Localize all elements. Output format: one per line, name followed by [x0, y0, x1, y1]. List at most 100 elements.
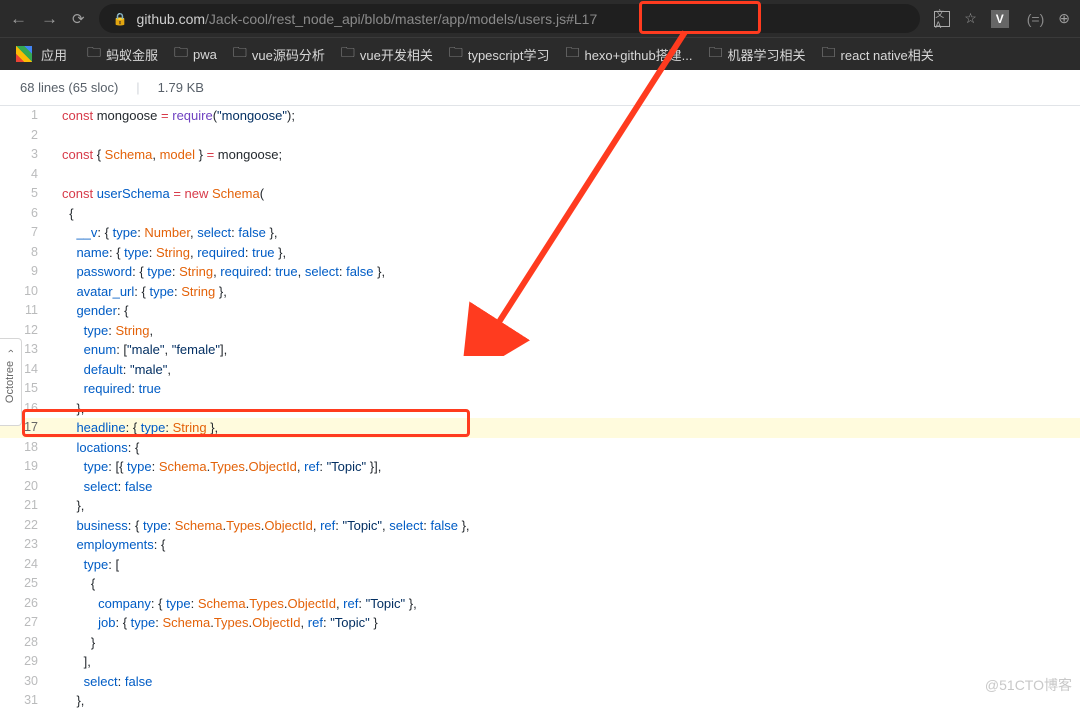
line-number[interactable]: 25	[0, 574, 52, 594]
file-lines: 68 lines (65 sloc)	[20, 80, 118, 95]
octotree-label: Octotree	[5, 361, 17, 403]
code-line: 19 type: [{ type: Schema.Types.ObjectId,…	[0, 457, 1080, 477]
line-content[interactable]: locations: {	[52, 438, 1080, 458]
line-number[interactable]: 5	[0, 184, 52, 204]
bookmark-folder[interactable]: 🗀机器学习相关	[701, 39, 814, 69]
folder-icon: 🗀	[87, 42, 101, 66]
code-line: 13 enum: ["male", "female"],	[0, 340, 1080, 360]
line-content[interactable]	[52, 126, 1080, 146]
line-number[interactable]: 9	[0, 262, 52, 282]
folder-icon: 🗀	[449, 42, 463, 66]
bookmark-folder[interactable]: 🗀react native相关	[814, 39, 942, 69]
line-content[interactable]: business: { type: Schema.Types.ObjectId,…	[52, 516, 1080, 536]
line-content[interactable]: ],	[52, 652, 1080, 672]
line-number[interactable]: 24	[0, 555, 52, 575]
bookmark-label: 蚂蚁金服	[106, 45, 158, 64]
line-number[interactable]: 2	[0, 126, 52, 146]
line-content[interactable]: required: true	[52, 379, 1080, 399]
line-content[interactable]: __v: { type: Number, select: false },	[52, 223, 1080, 243]
line-number[interactable]: 1	[0, 106, 52, 126]
back-button[interactable]: ←	[10, 9, 27, 29]
line-content[interactable]: },	[52, 399, 1080, 419]
bookmark-label: vue开发相关	[360, 45, 433, 64]
bookmark-folder[interactable]: 🗀vue开发相关	[333, 39, 441, 69]
star-icon[interactable]: ☆	[964, 10, 977, 27]
line-number[interactable]: 26	[0, 594, 52, 614]
line-content[interactable]: default: "male",	[52, 360, 1080, 380]
line-content[interactable]: }	[52, 633, 1080, 653]
line-number[interactable]: 30	[0, 672, 52, 692]
line-number[interactable]: 19	[0, 457, 52, 477]
line-number[interactable]: 3	[0, 145, 52, 165]
line-number[interactable]: 20	[0, 477, 52, 497]
profile-icon[interactable]: ⊕	[1058, 10, 1070, 27]
line-number[interactable]: 8	[0, 243, 52, 263]
line-content[interactable]: company: { type: Schema.Types.ObjectId, …	[52, 594, 1080, 614]
line-content[interactable]: const userSchema = new Schema(	[52, 184, 1080, 204]
line-number[interactable]: 22	[0, 516, 52, 536]
line-content[interactable]: const { Schema, model } = mongoose;	[52, 145, 1080, 165]
line-number[interactable]: 28	[0, 633, 52, 653]
code-line: 8 name: { type: String, required: true }…	[0, 243, 1080, 263]
line-content[interactable]	[52, 165, 1080, 185]
line-content[interactable]: password: { type: String, required: true…	[52, 262, 1080, 282]
extension-icon[interactable]: (=)	[1027, 11, 1045, 27]
code-line: 17 headline: { type: String },	[0, 418, 1080, 438]
folder-icon: 🗀	[822, 42, 836, 66]
line-content[interactable]: type: [	[52, 555, 1080, 575]
bookmark-folder[interactable]: 🗀 蚂蚁金服	[79, 39, 166, 69]
line-content[interactable]: job: { type: Schema.Types.ObjectId, ref:…	[52, 613, 1080, 633]
line-number[interactable]: 4	[0, 165, 52, 185]
translate-icon[interactable]: 文A	[934, 11, 950, 27]
line-content[interactable]: select: false	[52, 477, 1080, 497]
line-content[interactable]: const mongoose = require("mongoose");	[52, 106, 1080, 126]
apps-icon	[16, 46, 32, 62]
code-line: 6 {	[0, 204, 1080, 224]
line-number[interactable]: 29	[0, 652, 52, 672]
bookmark-folder[interactable]: 🗀pwa	[166, 39, 225, 69]
reload-button[interactable]: ⟳	[72, 10, 85, 28]
apps-shortcut[interactable]: 应用	[8, 42, 75, 67]
line-content[interactable]: {	[52, 574, 1080, 594]
code-line: 22 business: { type: Schema.Types.Object…	[0, 516, 1080, 536]
octotree-toggle[interactable]: › Octotree	[0, 338, 22, 426]
line-content[interactable]: gender: {	[52, 301, 1080, 321]
line-number[interactable]: 21	[0, 496, 52, 516]
bookmark-label: hexo+github搭建...	[584, 45, 692, 64]
line-number[interactable]: 18	[0, 438, 52, 458]
chevron-right-icon: ›	[4, 349, 16, 353]
code-line: 3const { Schema, model } = mongoose;	[0, 145, 1080, 165]
bookmark-folder[interactable]: 🗀hexo+github搭建...	[557, 39, 700, 69]
forward-button[interactable]: →	[41, 9, 58, 29]
folder-icon: 🗀	[174, 42, 188, 66]
line-content[interactable]: {	[52, 204, 1080, 224]
line-content[interactable]: type: [{ type: Schema.Types.ObjectId, re…	[52, 457, 1080, 477]
line-content[interactable]: select: false	[52, 672, 1080, 692]
browser-toolbar: ← → ⟳ 🔒 github.com/Jack-cool/rest_node_a…	[0, 0, 1080, 37]
line-number[interactable]: 11	[0, 301, 52, 321]
code-line: 1const mongoose = require("mongoose");	[0, 106, 1080, 126]
line-content[interactable]: avatar_url: { type: String },	[52, 282, 1080, 302]
line-number[interactable]: 23	[0, 535, 52, 555]
line-number[interactable]: 10	[0, 282, 52, 302]
code-line: 23 employments: {	[0, 535, 1080, 555]
line-content[interactable]: headline: { type: String },	[52, 418, 1080, 438]
line-content[interactable]: enum: ["male", "female"],	[52, 340, 1080, 360]
extension-v-icon[interactable]: V	[991, 10, 1009, 28]
folder-icon: 🗀	[709, 42, 723, 66]
line-content[interactable]: type: String,	[52, 321, 1080, 341]
code-line: 24 type: [	[0, 555, 1080, 575]
line-content[interactable]: employments: {	[52, 535, 1080, 555]
code-line: 18 locations: {	[0, 438, 1080, 458]
line-content[interactable]: name: { type: String, required: true },	[52, 243, 1080, 263]
line-number[interactable]: 6	[0, 204, 52, 224]
line-number[interactable]: 27	[0, 613, 52, 633]
line-content[interactable]: },	[52, 496, 1080, 516]
bookmark-folder[interactable]: 🗀vue源码分析	[225, 39, 333, 69]
code-line: 30 select: false	[0, 672, 1080, 692]
line-number[interactable]: 7	[0, 223, 52, 243]
bookmarks-bar: 应用 🗀蚂蚁金服🗀pwa🗀vue源码分析🗀vue开发相关🗀typescript学…	[0, 37, 1080, 70]
file-size: 1.79 KB	[158, 80, 204, 95]
bookmark-folder[interactable]: 🗀typescript学习	[441, 39, 558, 69]
url-bar[interactable]: 🔒 github.com/Jack-cool/rest_node_api/blo…	[99, 4, 921, 33]
